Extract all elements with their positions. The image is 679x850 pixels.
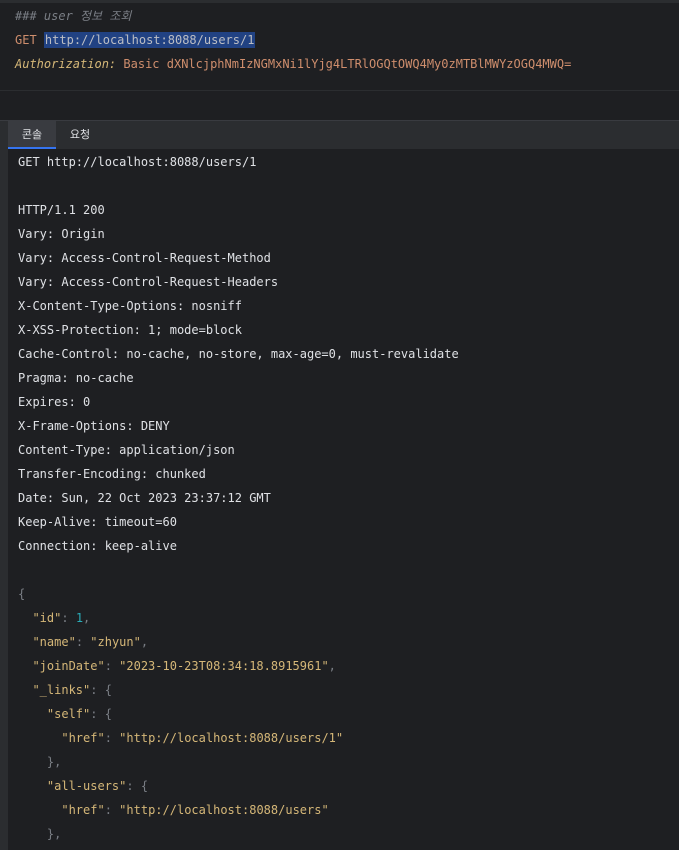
response-header: Connection: keep-alive xyxy=(18,539,177,553)
json-string: "http://localhost:8088/users/1" xyxy=(119,731,344,745)
json-key: "self" xyxy=(46,707,91,721)
json-open-brace: { xyxy=(18,587,26,601)
console-request-line: GET http://localhost:8088/users/1 xyxy=(18,155,257,169)
json-key: "href" xyxy=(61,731,105,745)
json-line: "id": 1, xyxy=(32,611,91,625)
console-output[interactable]: GET http://localhost:8088/users/1 HTTP/1… xyxy=(18,153,673,849)
http-request-editor[interactable]: ### user 정보 조회 GET http://localhost:8088… xyxy=(0,0,679,90)
response-header: Content-Type: application/json xyxy=(18,443,235,457)
request-line[interactable]: GET http://localhost:8088/users/1 xyxy=(15,31,256,49)
json-line: "href": "http://localhost:8088/users/1" xyxy=(61,731,344,745)
response-header: Keep-Alive: timeout=60 xyxy=(18,515,177,529)
response-header: Vary: Access-Control-Request-Method xyxy=(18,251,271,265)
response-header: Cache-Control: no-cache, no-store, max-a… xyxy=(18,347,459,361)
json-key: "joinDate" xyxy=(32,659,105,673)
response-header: Transfer-Encoding: chunked xyxy=(18,467,206,481)
json-line: "self": { xyxy=(46,707,112,721)
editor-footer xyxy=(0,90,679,121)
header-name: Authorization: xyxy=(15,57,117,71)
json-key: "id" xyxy=(32,611,62,625)
json-line: "href": "http://localhost:8088/users" xyxy=(61,803,329,817)
editor-top-border xyxy=(0,0,679,3)
request-url[interactable]: http://localhost:8088/users/1 xyxy=(43,32,256,48)
json-line: "joinDate": "2023-10-23T08:34:18.8915961… xyxy=(32,659,336,673)
services-tool-window: 콘솔 요청 GET http://localhost:8088/users/1 … xyxy=(0,120,679,850)
response-header: X-Content-Type-Options: nosniff xyxy=(18,299,242,313)
response-header: X-Frame-Options: DENY xyxy=(18,419,170,433)
response-header: Pragma: no-cache xyxy=(18,371,134,385)
json-line: }, xyxy=(18,827,62,841)
tool-tab-bar: 콘솔 요청 xyxy=(0,121,679,149)
response-header: X-XSS-Protection: 1; mode=block xyxy=(18,323,242,337)
json-line: }, xyxy=(18,755,62,769)
status-line: HTTP/1.1 200 xyxy=(18,203,105,217)
json-key: "_links" xyxy=(32,683,91,697)
json-line: "all-users": { xyxy=(46,779,149,793)
json-string: "zhyun" xyxy=(90,635,141,649)
tab-request[interactable]: 요청 xyxy=(62,121,98,149)
json-string: "2023-10-23T08:34:18.8915961" xyxy=(119,659,329,673)
request-method: GET xyxy=(15,33,37,47)
json-line: "name": "zhyun", xyxy=(32,635,149,649)
request-comment: ### user 정보 조회 xyxy=(15,9,132,23)
json-key: "all-users" xyxy=(46,779,127,793)
json-string: "http://localhost:8088/users" xyxy=(119,803,329,817)
json-key: "name" xyxy=(32,635,76,649)
json-key: "href" xyxy=(61,803,105,817)
response-header: Vary: Access-Control-Request-Headers xyxy=(18,275,279,289)
json-line: "_links": { xyxy=(32,683,112,697)
response-header: Expires: 0 xyxy=(18,395,91,409)
header-value: Basic dXNlcjphNmIzNGMxNi1lYjg4LTRlOGQtOW… xyxy=(123,57,572,71)
response-header: Vary: Origin xyxy=(18,227,105,241)
json-number: 1 xyxy=(75,611,84,625)
response-header: Date: Sun, 22 Oct 2023 23:37:12 GMT xyxy=(18,491,271,505)
console-gutter xyxy=(0,149,8,850)
tab-console[interactable]: 콘솔 xyxy=(8,121,56,149)
json-line: { xyxy=(18,585,673,609)
authorization-header[interactable]: Authorization: Basic dXNlcjphNmIzNGMxNi1… xyxy=(15,55,571,73)
